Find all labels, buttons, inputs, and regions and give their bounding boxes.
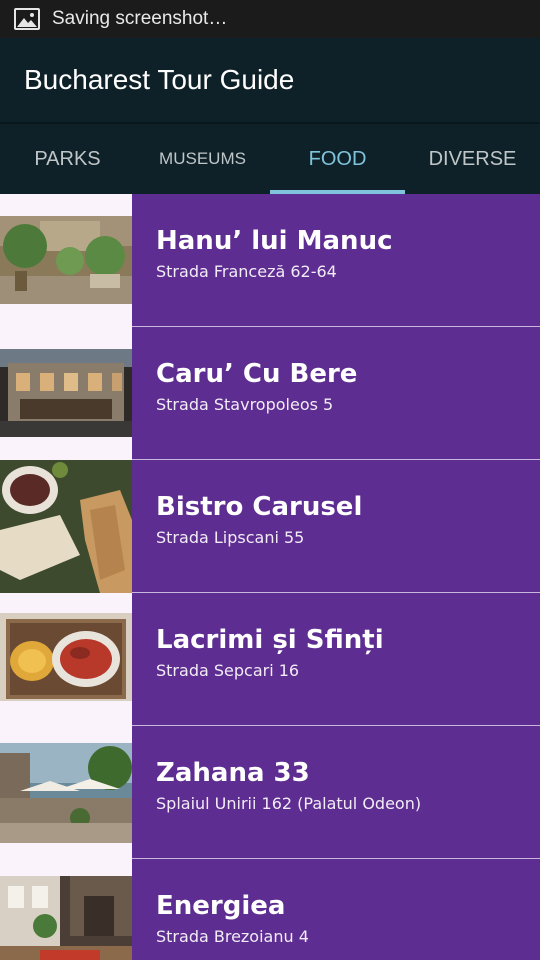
list-item[interactable]: Energiea Strada Brezoianu 4 — [0, 859, 540, 960]
place-photo — [0, 876, 132, 960]
list-item[interactable]: Zahana 33 Splaiul Unirii 162 (Palatul Od… — [0, 726, 540, 859]
place-name: Zahana 33 — [156, 758, 310, 788]
place-name: Bistro Carusel — [156, 492, 363, 522]
place-photo — [0, 613, 132, 701]
place-name: Caru’ Cu Bere — [156, 359, 358, 389]
tab-food[interactable]: FOOD — [270, 124, 405, 194]
place-address: Strada Franceză 62-64 — [156, 262, 337, 281]
thumbnail-area — [0, 327, 132, 460]
status-bar: Saving screenshot… — [0, 0, 540, 38]
list-item[interactable]: Hanu’ lui Manuc Strada Franceză 62-64 — [0, 194, 540, 327]
place-info: Bistro Carusel Strada Lipscani 55 — [132, 460, 540, 592]
app-title: Bucharest Tour Guide — [24, 64, 295, 95]
status-text: Saving screenshot… — [52, 8, 228, 29]
place-name: Lacrimi și Sfinți — [156, 625, 384, 655]
place-address: Strada Lipscani 55 — [156, 528, 305, 547]
tab-museums[interactable]: MUSEUMS — [135, 124, 270, 194]
thumbnail-area — [0, 460, 132, 593]
place-info: Energiea Strada Brezoianu 4 — [132, 859, 540, 960]
tab-diverse[interactable]: DIVERSE — [405, 124, 540, 194]
list-item[interactable]: Lacrimi și Sfinți Strada Sepcari 16 — [0, 593, 540, 726]
place-name: Energiea — [156, 891, 286, 921]
place-photo — [0, 460, 132, 593]
thumbnail-area — [0, 593, 132, 726]
place-photo — [0, 349, 132, 437]
list-item[interactable]: Bistro Carusel Strada Lipscani 55 — [0, 460, 540, 593]
image-icon — [14, 8, 40, 30]
place-address: Strada Sepcari 16 — [156, 661, 300, 680]
thumbnail-area — [0, 859, 132, 960]
thumbnail-area — [0, 726, 132, 859]
action-bar: Bucharest Tour Guide — [0, 38, 540, 122]
tab-parks[interactable]: PARKS — [0, 124, 135, 194]
place-photo — [0, 743, 132, 843]
tab-bar: PARKS MUSEUMS FOOD DIVERSE — [0, 124, 540, 194]
place-address: Splaiul Unirii 162 (Palatul Odeon) — [156, 794, 422, 813]
place-address: Strada Stavropoleos 5 — [156, 395, 334, 414]
list-item[interactable]: Caru’ Cu Bere Strada Stavropoleos 5 — [0, 327, 540, 460]
place-info: Hanu’ lui Manuc Strada Franceză 62-64 — [132, 194, 540, 326]
place-address: Strada Brezoianu 4 — [156, 927, 309, 946]
place-info: Lacrimi și Sfinți Strada Sepcari 16 — [132, 593, 540, 725]
place-name: Hanu’ lui Manuc — [156, 226, 393, 256]
thumbnail-area — [0, 194, 132, 327]
place-info: Zahana 33 Splaiul Unirii 162 (Palatul Od… — [132, 726, 540, 858]
food-list: Hanu’ lui Manuc Strada Franceză 62-64 Ca… — [0, 194, 540, 960]
place-photo — [0, 216, 132, 304]
place-info: Caru’ Cu Bere Strada Stavropoleos 5 — [132, 327, 540, 459]
